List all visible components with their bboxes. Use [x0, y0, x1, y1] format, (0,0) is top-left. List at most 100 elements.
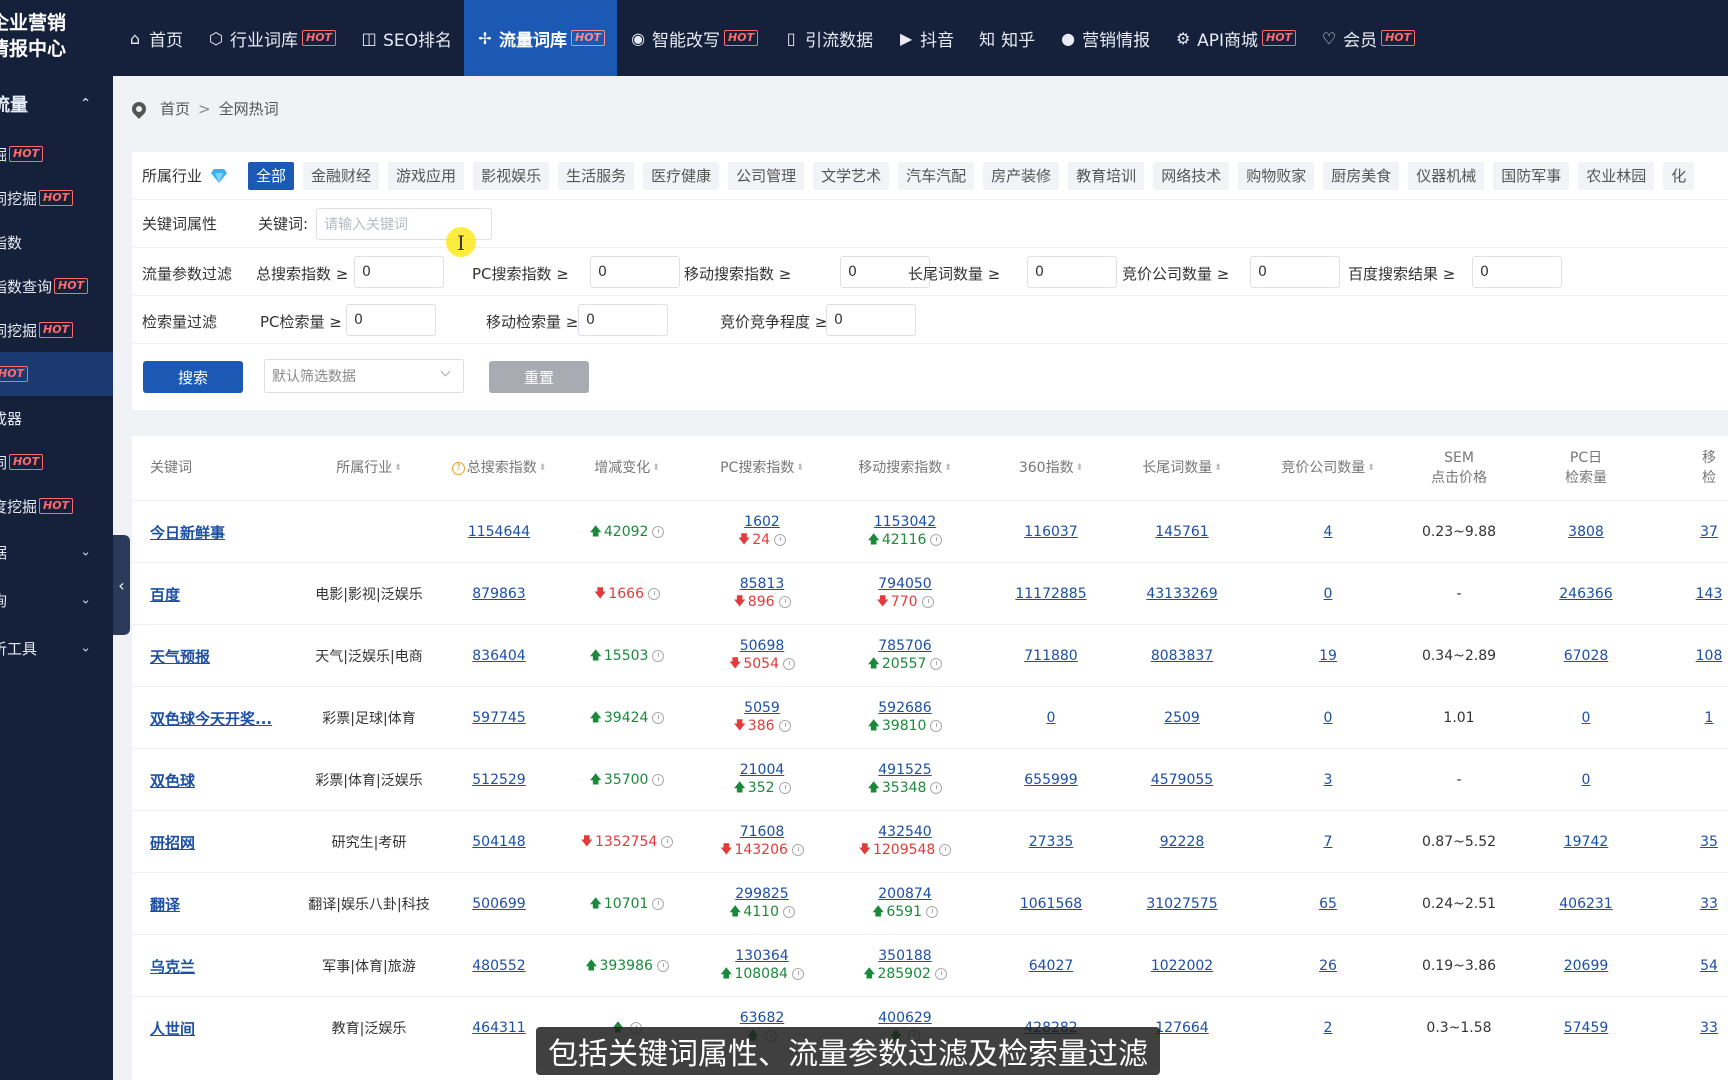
- sidebar-item-2[interactable]: 指数: [0, 220, 113, 264]
- total-index-link[interactable]: 480552: [472, 958, 525, 974]
- flow-field-input-1[interactable]: 0: [590, 256, 680, 288]
- mobile-index-link[interactable]: 400629: [878, 1010, 931, 1026]
- bid-company-link[interactable]: 26: [1319, 958, 1337, 974]
- longtail-link[interactable]: 4579055: [1151, 772, 1213, 788]
- bid-company-link[interactable]: 3: [1324, 772, 1333, 788]
- industry-tag-6[interactable]: 公司管理: [728, 161, 805, 190]
- nav-item-2[interactable]: ◫ SEO排名: [348, 0, 464, 76]
- pc-daily-link[interactable]: 57459: [1564, 1020, 1609, 1036]
- keyword-link[interactable]: 双色球: [150, 770, 195, 791]
- mobile-daily-link[interactable]: 33: [1700, 1020, 1718, 1036]
- industry-tag-13[interactable]: 厨房美食: [1323, 161, 1400, 190]
- breadcrumb-home[interactable]: 首页: [160, 98, 190, 119]
- total-index-link[interactable]: 1154644: [468, 524, 530, 540]
- sidebar-group-1[interactable]: 询⌄: [0, 576, 113, 624]
- bid-company-link[interactable]: 7: [1324, 834, 1333, 850]
- index-360-link[interactable]: 64027: [1029, 958, 1074, 974]
- clock-icon[interactable]: [930, 782, 943, 794]
- clock-icon[interactable]: [939, 844, 952, 856]
- sidebar-group-0[interactable]: 据⌄: [0, 528, 113, 576]
- total-index-link[interactable]: 512529: [472, 772, 525, 788]
- sidebar-group-2[interactable]: 析工具 ⌄: [0, 624, 113, 672]
- pc-index-link[interactable]: 63682: [740, 1010, 785, 1026]
- keyword-link[interactable]: 翻译: [150, 894, 180, 915]
- clock-icon[interactable]: [778, 720, 791, 732]
- sort-icon[interactable]: ⬍: [1367, 458, 1375, 478]
- longtail-link[interactable]: 8083837: [1151, 648, 1213, 664]
- nav-item-8[interactable]: ● 营销情报: [1047, 0, 1162, 76]
- clock-icon[interactable]: [778, 596, 791, 608]
- sort-icon[interactable]: ⬍: [1076, 458, 1084, 478]
- longtail-link[interactable]: 31027575: [1146, 896, 1217, 912]
- total-index-link[interactable]: 500699: [472, 896, 525, 912]
- sort-icon[interactable]: ⬍: [796, 458, 804, 478]
- clock-icon[interactable]: [930, 720, 943, 732]
- nav-item-3[interactable]: ✢ 流量词库 HOT: [463, 0, 618, 76]
- longtail-link[interactable]: 43133269: [1146, 586, 1217, 602]
- index-360-link[interactable]: 27335: [1029, 834, 1074, 850]
- total-index-link[interactable]: 879863: [472, 586, 525, 602]
- clock-icon[interactable]: [647, 588, 660, 600]
- mobile-daily-link[interactable]: 35: [1700, 834, 1718, 850]
- pc-daily-link[interactable]: 3808: [1568, 524, 1604, 540]
- clock-icon[interactable]: [921, 596, 934, 608]
- logo[interactable]: 企业营销 情报中心: [0, 10, 112, 66]
- keyword-link[interactable]: 今日新鲜事: [150, 522, 225, 543]
- pc-daily-link[interactable]: 67028: [1564, 648, 1609, 664]
- longtail-link[interactable]: 92228: [1160, 834, 1205, 850]
- industry-tag-16[interactable]: 农业林园: [1578, 161, 1655, 190]
- keyword-link[interactable]: 天气预报: [150, 646, 210, 667]
- bid-company-link[interactable]: 2: [1324, 1020, 1333, 1036]
- table-header-bidco[interactable]: 竞价公司数量 ⬍: [1268, 436, 1388, 500]
- nav-item-0[interactable]: ⌂ 首页: [114, 0, 195, 76]
- pc-daily-link[interactable]: 19742: [1564, 834, 1609, 850]
- table-header-idx360[interactable]: 360指数 ⬍: [996, 436, 1106, 500]
- nav-item-4[interactable]: ◉ 智能改写 HOT: [617, 0, 770, 76]
- industry-tag-15[interactable]: 国防军事: [1493, 161, 1570, 190]
- mobile-daily-link[interactable]: 108: [1696, 648, 1723, 664]
- retrieval-field-input-2[interactable]: 0: [826, 304, 916, 336]
- mobile-daily-link[interactable]: 1: [1705, 710, 1714, 726]
- table-header-mobile[interactable]: 移动搜索指数 ⬍: [845, 436, 965, 500]
- retrieval-field-input-0[interactable]: 0: [346, 304, 436, 336]
- longtail-link[interactable]: 145761: [1155, 524, 1208, 540]
- industry-tag-7[interactable]: 文学艺术: [813, 161, 890, 190]
- sort-icon[interactable]: ⬍: [652, 458, 660, 478]
- search-button[interactable]: 搜索: [143, 361, 243, 393]
- clock-icon[interactable]: [652, 526, 665, 538]
- industry-tag-3[interactable]: 影视娱乐: [473, 161, 550, 190]
- sidebar-item-3[interactable]: 指数查询HOT: [0, 264, 113, 308]
- bid-company-link[interactable]: 4: [1324, 524, 1333, 540]
- flow-field-input-0[interactable]: 0: [354, 256, 444, 288]
- total-index-link[interactable]: 464311: [472, 1020, 525, 1036]
- longtail-link[interactable]: 2509: [1164, 710, 1200, 726]
- sort-icon[interactable]: ⬍: [1214, 458, 1222, 478]
- clock-icon[interactable]: [930, 534, 943, 546]
- clock-icon[interactable]: [791, 844, 804, 856]
- mobile-index-link[interactable]: 592686: [878, 700, 931, 716]
- industry-tag-0[interactable]: 全部: [248, 161, 295, 190]
- mobile-daily-link[interactable]: 37: [1700, 524, 1718, 540]
- nav-item-7[interactable]: 知知乎: [966, 0, 1047, 76]
- sort-icon[interactable]: ⬍: [539, 458, 547, 478]
- bid-company-link[interactable]: 19: [1319, 648, 1337, 664]
- industry-tag-17[interactable]: 化: [1663, 161, 1695, 190]
- total-index-link[interactable]: 597745: [472, 710, 525, 726]
- keyword-link[interactable]: 双色球今天开奖...: [150, 708, 272, 729]
- industry-tag-4[interactable]: 生活服务: [558, 161, 635, 190]
- clock-icon[interactable]: [930, 658, 943, 670]
- sidebar-item-1[interactable]: 词挖掘HOT: [0, 176, 113, 220]
- longtail-link[interactable]: 127664: [1155, 1020, 1208, 1036]
- clock-icon[interactable]: [782, 658, 795, 670]
- index-360-link[interactable]: 1061568: [1020, 896, 1082, 912]
- pc-index-link[interactable]: 50698: [740, 638, 785, 654]
- bid-company-link[interactable]: 65: [1319, 896, 1337, 912]
- flow-field-input-4[interactable]: 0: [1250, 256, 1340, 288]
- clock-icon[interactable]: [774, 534, 787, 546]
- mobile-daily-link[interactable]: 143: [1696, 586, 1723, 602]
- sidebar-item-7[interactable]: 词HOT: [0, 440, 113, 484]
- table-header-last[interactable]: 移检: [1679, 436, 1728, 500]
- pc-index-link[interactable]: 1602: [744, 514, 780, 530]
- table-header-change[interactable]: 增减变化 ⬍: [572, 436, 682, 500]
- clock-icon[interactable]: [652, 712, 665, 724]
